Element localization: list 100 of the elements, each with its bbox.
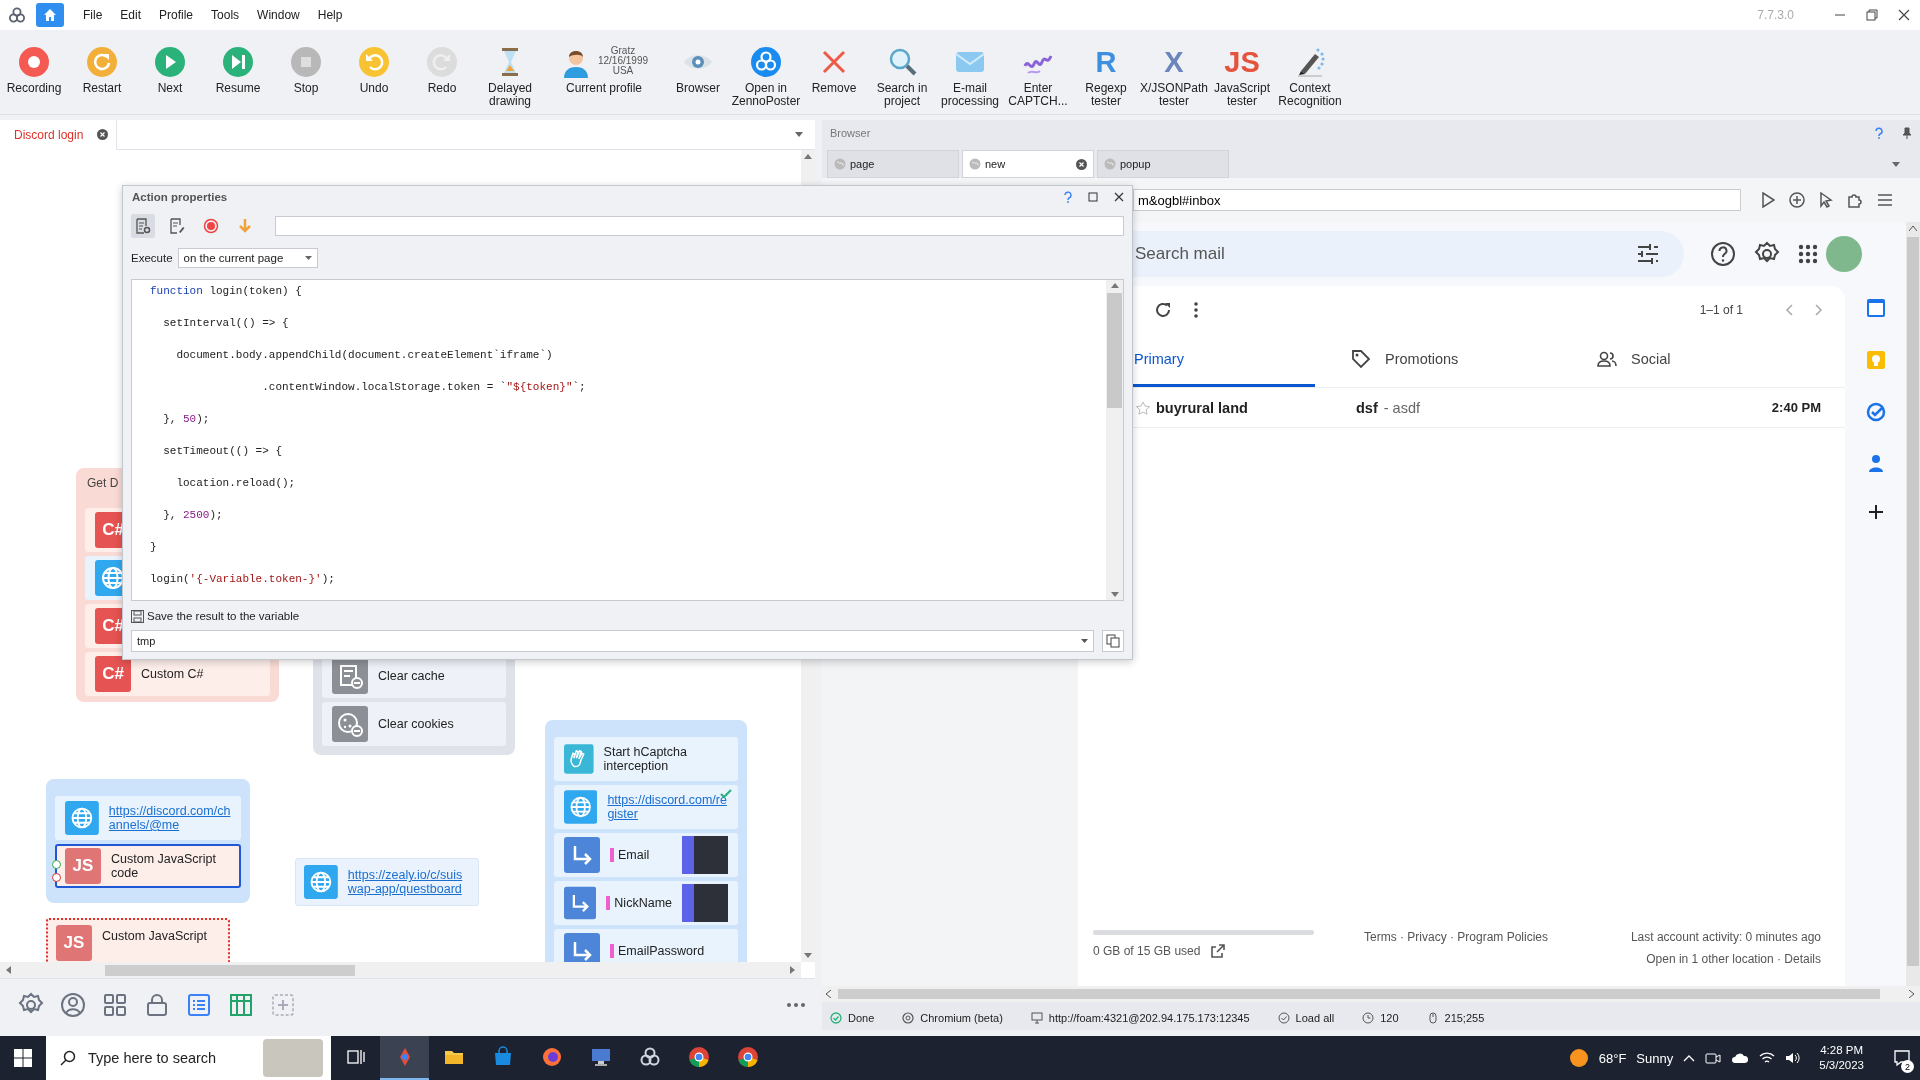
menu-item[interactable]: Profile <box>150 4 203 26</box>
toolbar-button[interactable]: Context Recognition <box>1276 46 1344 108</box>
puzzle-icon[interactable] <box>1847 192 1863 208</box>
action-block[interactable]: https://discord.com/register <box>554 785 738 829</box>
lock-icon[interactable] <box>144 991 170 1018</box>
link[interactable]: https://discord.com/register <box>607 793 728 821</box>
link[interactable]: https://zealy.io/c/suiswap-app/questboard <box>347 868 470 896</box>
action-block[interactable]: JS Custom JavaScript <box>46 918 230 962</box>
action-block[interactable]: Start hCaptcha interception <box>554 737 738 781</box>
scrollbar-thumb[interactable] <box>105 965 355 976</box>
toolbar-button[interactable]: Undo <box>340 46 408 95</box>
help-icon[interactable] <box>1710 241 1736 267</box>
action-block[interactable]: JS Custom JavaScript code <box>55 844 241 888</box>
close-icon[interactable] <box>1114 192 1124 202</box>
copy-button[interactable] <box>1102 630 1124 652</box>
details-link[interactable]: Open in 1 other location · Details <box>1646 952 1821 966</box>
toolbar-button[interactable]: E-mail processing <box>936 46 1004 108</box>
external-link-icon[interactable] <box>1210 943 1227 959</box>
scroll-right-icon[interactable] <box>790 966 795 974</box>
scroll-up-icon[interactable] <box>804 154 812 159</box>
text-field[interactable] <box>275 216 1124 236</box>
home-button[interactable] <box>36 3 64 27</box>
menu-item[interactable]: Edit <box>111 4 151 26</box>
wifi-icon[interactable] <box>1759 1051 1776 1065</box>
toolbar-button[interactable]: Recording <box>0 46 68 95</box>
variable-dropdown[interactable]: tmp <box>131 630 1094 652</box>
scroll-up-icon[interactable] <box>1110 283 1119 288</box>
check-circle-icon[interactable] <box>1865 402 1886 422</box>
scroll-right-icon[interactable] <box>1909 990 1914 998</box>
scrollbar-thumb[interactable] <box>1907 237 1919 966</box>
toolbar-button[interactable]: JS JavaScript tester <box>1208 46 1276 108</box>
pin-icon[interactable] <box>1902 127 1912 139</box>
toolbar-button[interactable]: Stop <box>272 46 340 95</box>
error-port[interactable] <box>52 873 61 882</box>
action-block[interactable]: https://zealy.io/c/suiswap-app/questboard <box>295 858 479 906</box>
toolbar-button[interactable]: Resume <box>204 46 272 95</box>
more-icon[interactable] <box>787 1002 805 1007</box>
browser-tab[interactable]: popup <box>1097 150 1229 178</box>
action-block[interactable]: Clear cookies <box>322 702 506 746</box>
scroll-left-icon[interactable] <box>6 966 11 974</box>
menu-icon[interactable] <box>1877 193 1893 207</box>
scroll-down-icon[interactable] <box>1110 592 1119 597</box>
policy-links[interactable]: Terms · Privacy · Program Policies <box>1364 930 1549 944</box>
add-circle-icon[interactable] <box>1789 192 1805 208</box>
cloud-icon[interactable] <box>1731 1052 1750 1064</box>
toolbar-button[interactable]: Enter CAPTCH... <box>1004 46 1072 108</box>
toolbar-button[interactable]: Redo <box>408 46 476 95</box>
speaker-icon[interactable] <box>1785 1051 1802 1065</box>
taskbar-search-field[interactable]: Type here to search <box>46 1036 331 1080</box>
properties-button[interactable] <box>131 214 155 238</box>
apps-grid-icon[interactable] <box>1798 244 1818 264</box>
action-block[interactable]: https://discord.com/channels/@me <box>55 796 241 840</box>
toolbar-button[interactable]: X X/JSONPath tester <box>1140 46 1208 108</box>
list-icon[interactable] <box>186 991 212 1018</box>
action-block[interactable]: Email <box>554 833 738 877</box>
menu-item[interactable]: File <box>74 4 112 26</box>
scroll-left-icon[interactable] <box>826 990 831 998</box>
star-icon[interactable] <box>1136 400 1150 415</box>
dropdown-caret-icon[interactable] <box>1892 161 1900 167</box>
toolbar-button[interactable]: Browser <box>664 46 732 95</box>
address-field[interactable]: m&ogbl#inbox <box>1133 189 1741 211</box>
more-vertical-icon[interactable] <box>1194 302 1198 318</box>
toolbar-button[interactable]: Gratz 12/16/1999 USA Current profile <box>544 46 664 95</box>
clock[interactable]: 4:28 PM 5/3/2023 <box>1819 1043 1864 1073</box>
menu-item[interactable]: Window <box>248 4 309 26</box>
scrollbar-thumb[interactable] <box>1107 293 1122 408</box>
toolbar-button[interactable]: Next <box>136 46 204 95</box>
cursor-icon[interactable] <box>1819 192 1833 208</box>
scrollbar-thumb[interactable] <box>838 989 1880 999</box>
toolbar-button[interactable]: Search in project <box>868 46 936 108</box>
toolbar-button[interactable]: R Regexp tester <box>1072 46 1140 108</box>
browser-tab[interactable]: new <box>962 150 1094 178</box>
calendar-icon[interactable] <box>1865 298 1886 318</box>
logo-icon[interactable] <box>8 6 26 24</box>
execute-dropdown[interactable]: on the current page <box>177 248 318 268</box>
close-icon[interactable] <box>97 129 109 140</box>
menu-item[interactable]: Help <box>308 4 352 26</box>
sun-icon[interactable] <box>1568 1048 1589 1068</box>
maximize-icon[interactable] <box>1088 192 1098 202</box>
table-icon[interactable] <box>228 991 254 1018</box>
inbox-tab[interactable]: Promotions <box>1315 334 1577 387</box>
input-port[interactable] <box>52 860 61 869</box>
close-icon[interactable] <box>1076 158 1087 170</box>
grid-icon[interactable] <box>102 991 128 1018</box>
chevron-up-icon[interactable] <box>1683 1054 1696 1062</box>
inbox-tab[interactable]: Social <box>1577 334 1671 387</box>
action-block[interactable]: EmailPassword <box>554 929 738 962</box>
toolbar-button[interactable]: Remove <box>800 46 868 95</box>
play-icon[interactable] <box>1761 192 1775 208</box>
scroll-down-icon[interactable] <box>804 953 812 958</box>
person-icon[interactable] <box>1867 454 1884 472</box>
dropdown-caret-icon[interactable] <box>795 132 803 137</box>
toolbar-button[interactable]: Open in ZennoPoster <box>732 46 800 108</box>
taskbar-app[interactable] <box>380 1036 429 1080</box>
user-icon[interactable] <box>60 991 86 1018</box>
toolbar-button[interactable]: Restart <box>68 46 136 95</box>
refresh-icon[interactable] <box>1154 301 1172 319</box>
toolbar-button[interactable]: Delayed drawing <box>476 46 544 108</box>
scroll-up-icon[interactable] <box>1909 226 1917 231</box>
meet-icon[interactable] <box>1705 1051 1722 1065</box>
